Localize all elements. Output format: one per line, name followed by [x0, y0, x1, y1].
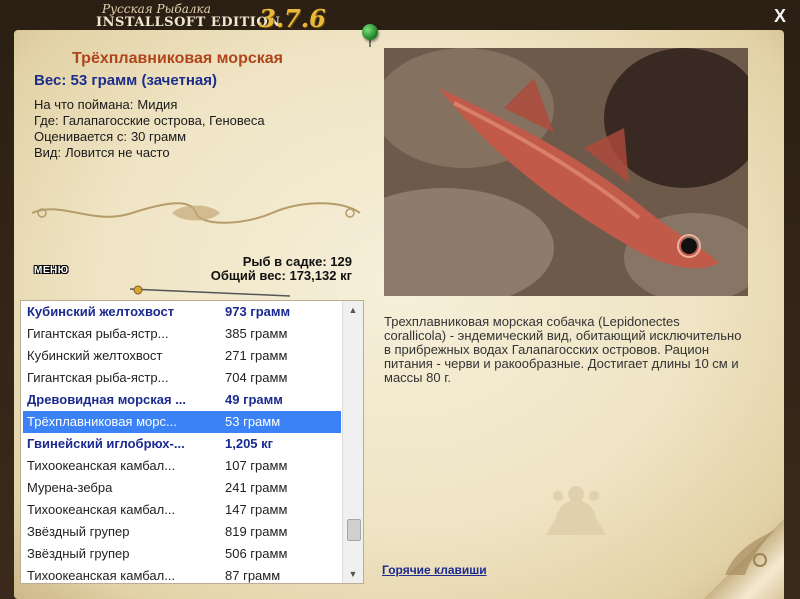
list-item[interactable]: Гвинейский иглобрюх-... 1,205 кг	[23, 433, 341, 455]
menu-button[interactable]: МЕНЮ	[34, 265, 69, 276]
fish-image-icon	[384, 48, 748, 296]
list-item-name: Кубинский желтохвост	[27, 304, 175, 319]
kind-value: Ловится не часто	[65, 145, 170, 160]
total-weight: Общий вес: 173,132 кг	[210, 268, 352, 283]
hotkeys-link[interactable]: Горячие клавиши	[382, 563, 487, 577]
list-item-name: Тихоокеанская камбал...	[27, 458, 176, 473]
list-item-name: Тихоокеанская камбал...	[27, 502, 176, 517]
bait-label: На что поймана:	[34, 97, 134, 112]
list-item-name: Тихоокеанская камбал...	[27, 568, 176, 583]
scroll-ornament-icon	[31, 202, 361, 224]
list-item-name: Древовидная морская ...	[27, 392, 187, 407]
scroll-down-icon[interactable]: ▼	[345, 567, 361, 581]
bait-info: На что поймана: Мидия	[34, 97, 177, 112]
fish-weight: Вес: 53 грамм (зачетная)	[34, 72, 218, 89]
fish-count: Рыб в садке: 129	[242, 254, 352, 269]
list-item-name: Мурена-зебра	[27, 480, 113, 495]
list-item-weight: 271 грамм	[225, 348, 288, 363]
catch-list[interactable]: Кубинский желтохвост 973 грамм Гигантская …	[20, 300, 364, 584]
rated-value: 30 грамм	[130, 129, 187, 144]
list-item-name: Звёздный групер	[27, 546, 130, 561]
list-item[interactable]: Трёхплавниковая морс... 53 грамм	[23, 411, 341, 433]
list-item-weight: 506 грамм	[225, 546, 288, 561]
scroll-up-icon[interactable]: ▲	[345, 303, 361, 317]
list-item-weight: 819 грамм	[225, 524, 288, 539]
list-item-weight: 241 грамм	[225, 480, 288, 495]
keepnet-stats: Рыб в садке: 129 Общий вес: 173,132 кг	[211, 255, 352, 283]
list-item-name: Гигантская рыба-ястр...	[27, 326, 169, 341]
kind-label: Вид:	[34, 145, 62, 160]
list-item-name: Гигантская рыба-ястр...	[27, 370, 169, 385]
window-frame: Русская Рыбалка INSTALLSOFT EDITION 3.7.…	[0, 0, 800, 599]
list-scrollbar[interactable]: ▲ ▼	[342, 301, 363, 583]
location-info: Где: Галапагосские острова, Геновеса	[34, 113, 265, 128]
list-item-weight: 973 грамм	[225, 304, 291, 319]
list-item-name: Гвинейский иглобрюх-...	[27, 436, 185, 451]
list-item-weight: 87 грамм	[225, 568, 281, 583]
green-pin-icon	[362, 24, 378, 40]
location-value: Галапагосские острова, Геновеса	[62, 113, 265, 128]
scroll-thumb[interactable]	[347, 519, 361, 541]
list-item-name: Кубинский желтохвост	[27, 348, 163, 363]
list-item[interactable]: Звёздный групер 819 грамм	[23, 521, 341, 543]
fish-description: Трехплавниковая морская собачка (Lepidon…	[384, 314, 742, 385]
list-item[interactable]: Тихоокеанская камбал... 87 грамм	[23, 565, 341, 583]
app-logo: Русская Рыбалка INSTALLSOFT EDITION 3.7.…	[96, 2, 326, 33]
rated-label: Оценивается с:	[34, 129, 127, 144]
fish-photo	[384, 48, 748, 296]
logo-title: INSTALLSOFT EDITION	[96, 15, 281, 30]
bait-value: Мидия	[137, 97, 178, 112]
location-label: Где:	[34, 113, 59, 128]
list-item[interactable]: Мурена-зебра 241 грамм	[23, 477, 341, 499]
rated-info: Оценивается с: 30 грамм	[34, 129, 186, 144]
list-item-name: Трёхплавниковая морс...	[27, 414, 177, 429]
close-button[interactable]: X	[770, 6, 790, 26]
list-item-weight: 1,205 кг	[225, 436, 274, 451]
list-item[interactable]: Гигантская рыба-ястр... 704 грамм	[23, 367, 341, 389]
list-item[interactable]: Звёздный групер 506 грамм	[23, 543, 341, 565]
list-item[interactable]: Древовидная морская ... 49 грамм	[23, 389, 341, 411]
list-item[interactable]: Кубинский желтохвост 271 грамм	[23, 345, 341, 367]
logo-subtitle: Русская Рыбалка	[102, 2, 211, 16]
list-item[interactable]: Тихоокеанская камбал... 147 грамм	[23, 499, 341, 521]
fisherman-silhouette-icon	[546, 486, 606, 535]
list-item-weight: 704 грамм	[225, 370, 288, 385]
fish-title: Трёхплавниковая морская	[72, 50, 283, 67]
version-label: 3.7.6	[259, 4, 326, 33]
list-item-weight: 147 грамм	[225, 502, 288, 517]
corner-ornament-icon	[725, 530, 775, 575]
list-item[interactable]: Кубинский желтохвост 973 грамм	[23, 301, 341, 323]
list-item-name: Звёздный групер	[27, 524, 130, 539]
fishing-rod-icon	[130, 285, 290, 297]
list-item-weight: 107 грамм	[225, 458, 288, 473]
list-item-weight: 49 грамм	[225, 392, 283, 407]
list-item[interactable]: Гигантская рыба-ястр... 385 грамм	[23, 323, 341, 345]
kind-info: Вид: Ловится не часто	[34, 145, 170, 160]
list-item-weight: 53 грамм	[225, 414, 281, 429]
list-item[interactable]: Тихоокеанская камбал... 107 грамм	[23, 455, 341, 477]
list-item-weight: 385 грамм	[225, 326, 288, 341]
